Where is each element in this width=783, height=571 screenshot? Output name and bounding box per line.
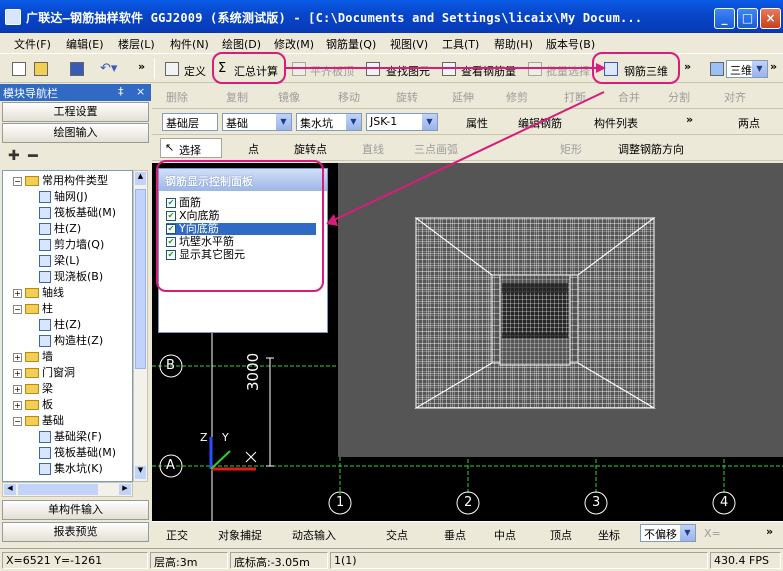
midpoint-snap[interactable]: 中点 <box>494 527 516 543</box>
more-chevron-icon[interactable]: » <box>766 525 773 538</box>
annotation-arrows <box>284 63 606 226</box>
snap-toolbar: 正交 对象捕捉 动态输入 交点 垂点 中点 顶点 坐标 不偏移 ▼ X= » <box>152 521 783 544</box>
x-coordinate-label: X= <box>704 527 721 540</box>
selection-count: 1(1) <box>330 552 708 569</box>
dynamic-input-toggle[interactable]: 动态输入 <box>292 527 336 543</box>
coordinate-snap[interactable]: 坐标 <box>598 527 620 543</box>
vertex-snap[interactable]: 顶点 <box>550 527 572 543</box>
offset-select[interactable]: 不偏移 ▼ <box>640 524 696 542</box>
base-elevation: 底标高:-3.05m <box>230 552 328 569</box>
status-bar: X=6521 Y=-1261 层高:3m 底标高:-3.05m 1(1) 430… <box>0 548 783 571</box>
ortho-toggle[interactable]: 正交 <box>166 527 188 543</box>
perpendicular-snap[interactable]: 垂点 <box>444 527 466 543</box>
offset-value: 不偏移 <box>644 528 677 541</box>
object-snap-toggle[interactable]: 对象捕捉 <box>218 527 262 543</box>
intersection-snap[interactable]: 交点 <box>386 527 408 543</box>
cursor-coordinates: X=6521 Y=-1261 <box>2 552 148 569</box>
chevron-down-icon: ▼ <box>680 525 695 541</box>
fps-readout: 430.4 FPS <box>710 552 781 569</box>
floor-height: 层高:3m <box>150 552 228 569</box>
